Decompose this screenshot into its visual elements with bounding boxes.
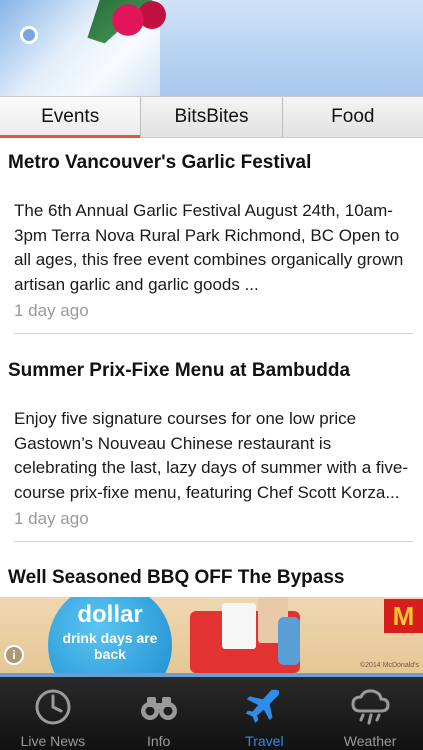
article-timestamp: 1 day ago: [14, 509, 89, 528]
article-item[interactable]: Summer Prix-Fixe Menu at Bambudda Enjoy …: [0, 347, 423, 557]
ad-cup-image: [222, 603, 256, 649]
airplane-icon: [246, 689, 280, 723]
article-timestamp: 1 day ago: [14, 301, 89, 320]
ad-legal-text: ©2014 McDonald's: [359, 662, 419, 669]
article-item[interactable]: Metro Vancouver's Garlic Festival The 6t…: [0, 139, 423, 347]
rain-cloud-icon: [351, 689, 390, 725]
clock-icon: [35, 689, 71, 725]
tabbar-label: Live News: [20, 733, 86, 749]
bottom-tab-bar: Live News Info Travel Weather: [0, 673, 423, 750]
article-title: Summer Prix-Fixe Menu at Bambudda: [8, 360, 351, 381]
ad-banner[interactable]: dollar drink days are back M ©2014 McDon…: [0, 597, 423, 673]
tabbar-item-live-news[interactable]: Live News: [0, 677, 106, 750]
tab-food[interactable]: Food: [282, 97, 423, 137]
banner-circle: [20, 26, 38, 44]
article-summary: The 6th Annual Garlic Festival August 24…: [14, 201, 404, 294]
tabbar-item-travel[interactable]: Travel: [212, 677, 318, 750]
ad-bottle-image: [278, 617, 300, 665]
ad-subline: drink days are back: [62, 630, 158, 662]
article-list[interactable]: Metro Vancouver's Garlic Festival The 6t…: [0, 139, 423, 597]
tabbar-item-info[interactable]: Info: [106, 677, 212, 750]
article-item[interactable]: Well Seasoned BBQ OFF The Bypass: [0, 557, 423, 597]
tabbar-label: Travel: [245, 733, 284, 749]
article-title: Metro Vancouver's Garlic Festival: [8, 152, 312, 173]
article-title: Well Seasoned BBQ OFF The Bypass: [8, 567, 345, 588]
tabbar-label: Weather: [343, 733, 397, 749]
ad-headline: dollar: [77, 601, 143, 628]
binoculars-icon: [140, 697, 177, 720]
tab-bitsbites[interactable]: BitsBites: [141, 97, 283, 137]
article-summary: Enjoy five signature courses for one low…: [14, 409, 408, 502]
tabbar-item-weather[interactable]: Weather: [317, 677, 423, 750]
divider: [14, 333, 413, 334]
header-banner: [0, 0, 423, 96]
tabbar-label: Info: [146, 733, 171, 749]
section-tabs: Events BitsBites Food: [0, 96, 423, 138]
banner-skier: [110, 0, 170, 50]
tab-events[interactable]: Events: [0, 97, 142, 138]
brand-logo: M: [384, 599, 423, 633]
divider: [14, 541, 413, 542]
info-icon[interactable]: i: [4, 645, 24, 665]
